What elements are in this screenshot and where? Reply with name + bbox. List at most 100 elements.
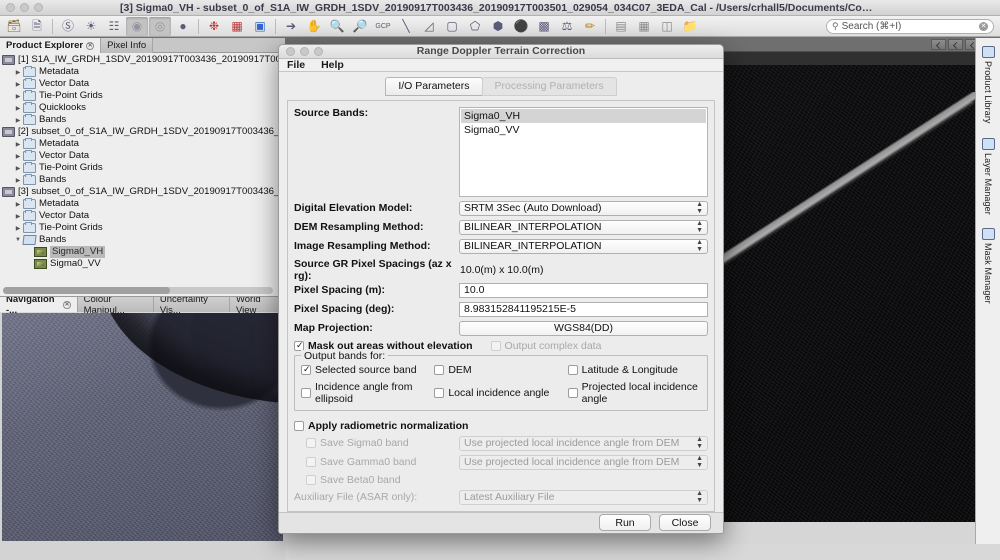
close-button[interactable]: Close <box>659 514 711 532</box>
pixel-spacing-m-input[interactable]: 10.0 <box>459 282 708 298</box>
tree-node[interactable]: [1] S1A_IW_GRDH_1SDV_20190917T003436_201… <box>0 54 285 66</box>
source-bands-list[interactable]: Sigma0_VH Sigma0_VV <box>459 106 708 197</box>
checkbox-local-incidence-angle[interactable]: Local incidence angle <box>434 381 567 405</box>
clear-icon[interactable]: ✕ <box>979 21 988 31</box>
tree-node[interactable]: ▶ Tie-Point Grids <box>0 222 285 234</box>
export-view-icon[interactable]: ▩ <box>533 17 555 36</box>
tree-node[interactable]: [2] subset_0_of_S1A_IW_GRDH_1SDV_2019091… <box>0 126 285 138</box>
checkbox-dem[interactable]: DEM <box>434 364 567 376</box>
checkbox-selected-source-band[interactable]: Selected source band <box>301 364 434 376</box>
select-tool-icon[interactable]: ➔ <box>280 17 302 36</box>
sidebar-item-mask-manager[interactable]: Mask Manager <box>981 228 995 304</box>
save-product-icon[interactable]: 🗎 <box>26 17 48 36</box>
geo-overlay-icon[interactable]: ☀ <box>80 17 102 36</box>
product-explorer-tree[interactable]: [1] S1A_IW_GRDH_1SDV_20190917T003436_201… <box>0 53 285 297</box>
tree-node[interactable]: ▼ Bands <box>0 234 285 246</box>
tree-node[interactable]: ▶ Metadata <box>0 198 285 210</box>
range-finder-icon[interactable]: ⚖ <box>556 17 578 36</box>
sidebar-item-layer-manager[interactable]: Layer Manager <box>981 137 995 214</box>
chevron-right-icon[interactable]: ▶ <box>13 69 23 76</box>
menu-help[interactable]: Help <box>321 59 344 71</box>
tree-node[interactable]: ▶ Bands <box>0 114 285 126</box>
chevron-right-icon[interactable]: ▶ <box>13 225 23 232</box>
polygon-drawing-tool-icon[interactable]: ⬠ <box>464 17 486 36</box>
checkbox-projected-local-incidence-angle[interactable]: Projected local incidence angle <box>567 381 701 405</box>
tab-world-view[interactable]: World View <box>229 294 285 316</box>
tile-vertically-icon[interactable]: ▤ <box>610 17 632 36</box>
tree-node[interactable]: ▶ Metadata <box>0 138 285 150</box>
tab-uncertainty-visualisation[interactable]: Uncertainty Vis... <box>153 294 230 316</box>
tab-processing-parameters[interactable]: Processing Parameters <box>481 76 617 96</box>
image-resampling-select[interactable]: BILINEAR_INTERPOLATION ▲ ▼ <box>459 238 708 254</box>
chevron-right-icon[interactable]: ▶ <box>13 165 23 172</box>
checkbox-incidence-angle-from-ellipsoid[interactable]: Incidence angle from ellipsoid <box>301 381 434 405</box>
chevron-right-icon[interactable]: ▶ <box>13 201 23 208</box>
tree-node[interactable]: ▶ Vector Data <box>0 150 285 162</box>
tree-node[interactable]: ▶ Tie-Point Grids <box>0 90 285 102</box>
pixel-grid-icon[interactable]: ▦ <box>226 17 248 36</box>
measure-icon[interactable]: ✏ <box>579 17 601 36</box>
chevron-right-icon[interactable]: ▶ <box>13 213 23 220</box>
menu-file[interactable]: File <box>287 59 305 71</box>
checkbox-latitude-longitude[interactable]: Latitude & Longitude <box>567 364 701 376</box>
dem-select[interactable]: SRTM 3Sec (Auto Download) ▲ ▼ <box>459 200 708 216</box>
close-icon[interactable]: ✕ <box>63 300 71 309</box>
chevron-right-icon[interactable]: ▶ <box>13 117 23 124</box>
tree-node[interactable]: Sigma0_VH <box>0 246 285 258</box>
graticule-overlay-icon[interactable]: ☷ <box>103 17 125 36</box>
pin-overlay-icon[interactable]: ◉ <box>126 16 148 36</box>
tab-navigation[interactable]: Navigation -... ✕ <box>0 294 78 316</box>
tile-grid-icon[interactable]: ◫ <box>656 17 678 36</box>
gcp-placing-tool-icon[interactable]: GCP <box>372 17 394 36</box>
map-projection-button[interactable]: WGS84(DD) <box>459 320 708 336</box>
tab-pixel-info[interactable]: Pixel Info <box>101 38 154 53</box>
gcp-overlay-icon[interactable]: ◎ <box>149 16 171 36</box>
shape-overlay-icon[interactable]: ● <box>172 17 194 36</box>
tab-colour-manipulation[interactable]: Colour Manipul... <box>77 294 154 316</box>
tree-node[interactable]: ▶ Metadata <box>0 66 285 78</box>
ellipse-drawing-tool-icon[interactable]: ⬢ <box>487 17 509 36</box>
tree-node[interactable]: Sigma0_VV <box>0 258 285 270</box>
tree-node[interactable]: ▶ Tie-Point Grids <box>0 162 285 174</box>
apply-radiometric-normalization-checkbox[interactable]: Apply radiometric normalization <box>294 420 468 432</box>
pin-placing-tool-icon[interactable]: 🔎 <box>349 17 371 36</box>
search-box[interactable]: ⚲ Search (⌘+I) ✕ <box>826 18 994 34</box>
chevron-right-icon[interactable]: ▶ <box>13 93 23 100</box>
close-icon[interactable]: ✕ <box>86 41 95 50</box>
subset-icon[interactable]: ▣ <box>249 17 271 36</box>
sidebar-item-product-library[interactable]: Product Library <box>981 46 995 124</box>
tab-product-explorer[interactable]: Product Explorer ✕ <box>0 38 102 53</box>
navigation-panel[interactable] <box>0 313 285 560</box>
rectangle-drawing-tool-icon[interactable]: ▢ <box>441 17 463 36</box>
line-drawing-tool-icon[interactable]: ╲ <box>395 17 417 36</box>
run-button[interactable]: Run <box>599 514 651 532</box>
chevron-right-icon[interactable]: ▶ <box>13 81 23 88</box>
magic-wand-icon[interactable]: ⚫ <box>510 17 532 36</box>
tab-io-parameters[interactable]: I/O Parameters <box>385 76 483 96</box>
chevron-right-icon[interactable]: ▶ <box>13 105 23 112</box>
chevron-right-icon[interactable]: ▶ <box>13 141 23 148</box>
chevron-right-icon[interactable]: ▶ <box>13 177 23 184</box>
tree-horizontal-scrollbar[interactable] <box>3 287 273 294</box>
next-document-button[interactable] <box>948 38 963 50</box>
list-item[interactable]: Sigma0_VV <box>461 123 706 137</box>
tile-single-icon[interactable]: 📁 <box>679 17 701 36</box>
tree-node[interactable]: ▶ Vector Data <box>0 78 285 90</box>
pixel-spacing-deg-input[interactable]: 8.983152841195215E-5 <box>459 301 708 317</box>
tree-node[interactable]: [3] subset_0_of_S1A_IW_GRDH_1SDV_2019091… <box>0 186 285 198</box>
dem-resampling-select[interactable]: BILINEAR_INTERPOLATION ▲ ▼ <box>459 219 708 235</box>
graph-builder-icon[interactable]: ❉ <box>203 17 225 36</box>
zoom-tool-icon[interactable]: 🔍 <box>326 17 348 36</box>
search-input[interactable]: Search (⌘+I) <box>842 21 902 32</box>
polyline-drawing-tool-icon[interactable]: ◿ <box>418 17 440 36</box>
no-data-overlay-icon[interactable]: Ⓢ <box>57 17 79 36</box>
tree-node[interactable]: ▶ Vector Data <box>0 210 285 222</box>
navigation-thumbnail[interactable] <box>2 313 283 541</box>
open-product-icon[interactable]: 🗃 <box>3 17 25 36</box>
pan-tool-icon[interactable]: ✋ <box>303 17 325 36</box>
previous-document-button[interactable] <box>931 38 946 50</box>
tree-node[interactable]: ▶ Bands <box>0 174 285 186</box>
chevron-down-icon[interactable]: ▼ <box>13 237 23 243</box>
list-item[interactable]: Sigma0_VH <box>461 108 706 123</box>
tree-node[interactable]: ▶ Quicklooks <box>0 102 285 114</box>
